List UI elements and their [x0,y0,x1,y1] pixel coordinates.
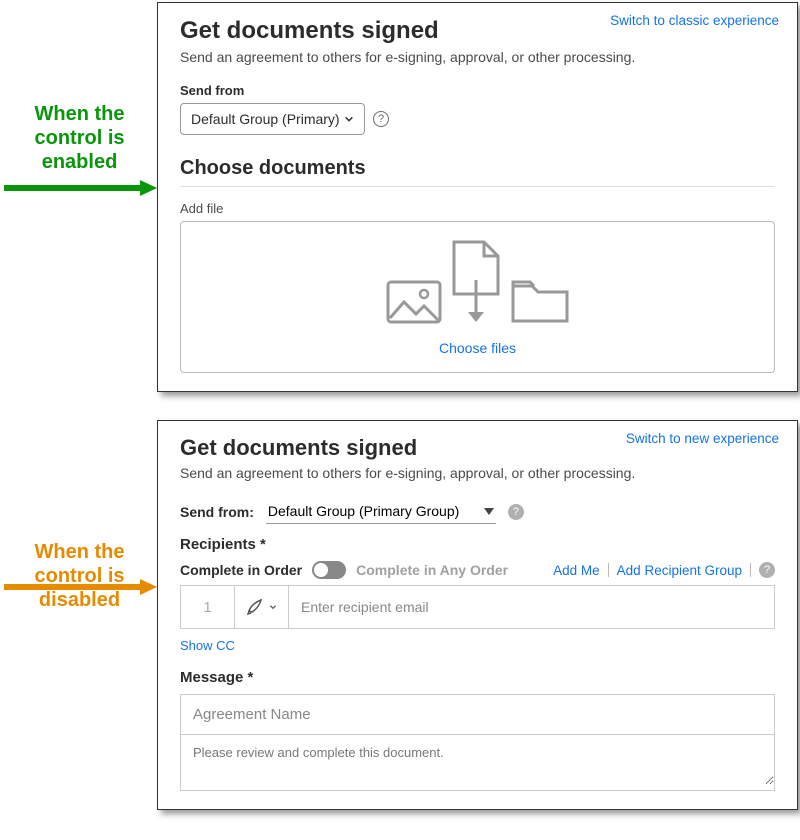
sendfrom-select[interactable]: Default Group (Primary) [180,103,365,135]
divider [608,563,609,577]
file-dropzone[interactable]: Choose files [180,221,775,373]
sendfrom-select-2[interactable]: Default Group (Primary Group) [266,499,496,524]
recipient-row: 1 [180,585,775,629]
annotation-disabled: When the control is disabled [2,540,157,612]
help-icon-3[interactable]: ? [759,562,775,578]
file-download-icon [450,240,502,324]
complete-in-order-label: Complete in Order [180,562,302,578]
message-box [180,694,775,791]
show-cc-link[interactable]: Show CC [180,638,235,653]
image-icon [386,280,442,324]
sendfrom-value: Default Group (Primary) [191,111,340,127]
agreement-name-input[interactable] [181,695,774,735]
page-subtitle-2: Send an agreement to others for e-signin… [180,465,775,481]
addfile-label: Add file [180,201,775,216]
annotation-enabled: When the control is enabled [2,102,157,174]
arrow-enabled-icon [2,178,157,198]
page-subtitle: Send an agreement to others for e-signin… [180,49,775,65]
recipient-role-select[interactable] [235,586,289,628]
message-label: Message * [180,669,775,686]
recipients-label: Recipients * [180,536,775,553]
panel-disabled: Switch to new experience Get documents s… [157,420,798,810]
choose-files-link[interactable]: Choose files [191,340,764,356]
arrow-disabled-icon [2,577,157,597]
sendfrom-value-2: Default Group (Primary Group) [268,503,459,519]
recipient-number: 1 [181,586,235,628]
order-toggle[interactable] [312,561,346,579]
dropzone-icons [191,240,764,324]
folder-icon [510,278,570,324]
panel-enabled: Switch to classic experience Get documen… [157,2,798,392]
divider [750,563,751,577]
add-recipient-group-link[interactable]: Add Recipient Group [617,563,742,578]
triangle-down-icon [484,508,494,515]
switch-new-link[interactable]: Switch to new experience [626,431,779,446]
sendfrom-label-2: Send from: [180,504,254,520]
chevron-down-icon [269,603,277,611]
sendfrom-label: Send from [180,83,775,98]
help-icon[interactable]: ? [373,111,389,127]
chevron-down-icon [344,114,354,124]
help-icon-2[interactable]: ? [508,504,524,520]
recipient-email-input[interactable] [289,586,774,628]
switch-classic-link[interactable]: Switch to classic experience [610,13,779,28]
add-me-link[interactable]: Add Me [553,563,600,578]
message-body-textarea[interactable] [181,735,774,785]
choose-documents-heading: Choose documents [180,157,775,187]
complete-any-order-label: Complete in Any Order [356,562,508,578]
pen-icon [246,597,266,617]
